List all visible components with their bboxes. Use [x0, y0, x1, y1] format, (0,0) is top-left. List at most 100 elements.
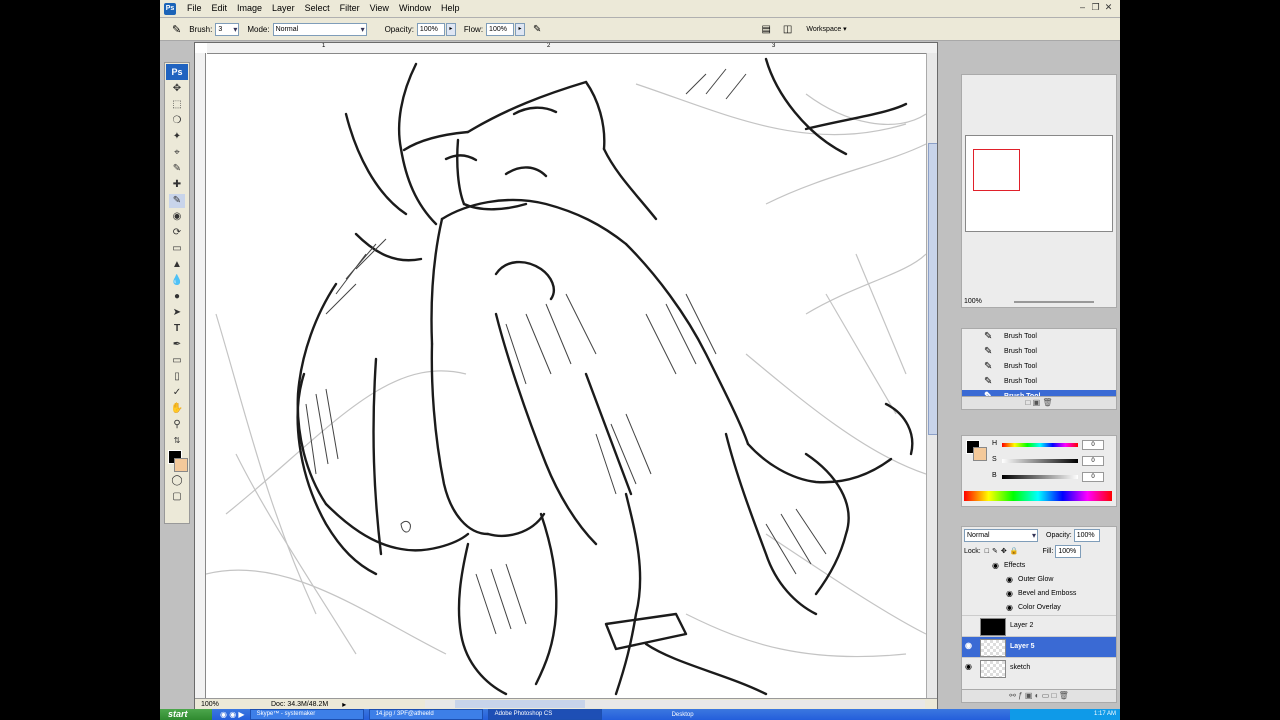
blur-tool-icon[interactable]: 💧	[169, 274, 185, 288]
zoom-level[interactable]: 100%	[201, 701, 227, 708]
effect-item[interactable]: ◉ Color Overlay	[962, 601, 1116, 615]
navigator-zoom[interactable]: 100%	[964, 298, 982, 305]
hand-tool-icon[interactable]: ✋	[169, 402, 185, 416]
workspace-menu[interactable]: Workspace ▾	[806, 25, 846, 33]
history-brush-tool-icon[interactable]: ⟳	[169, 226, 185, 240]
layer-row[interactable]: Layer 2	[962, 615, 1116, 636]
taskbar-item-active[interactable]: Adobe Photoshop CS	[487, 709, 602, 720]
quicklaunch-icon[interactable]: ◉ ◉ ▶	[220, 710, 245, 719]
layers-opacity-field[interactable]: 100%	[1073, 528, 1100, 542]
marquee-tool-icon[interactable]: ⬚	[169, 98, 185, 112]
hue-value[interactable]: 0	[1082, 440, 1104, 450]
saturation-bar[interactable]	[1002, 459, 1078, 463]
effects-header[interactable]: ◉ Effects	[962, 559, 1116, 573]
mode-select[interactable]: Normal	[272, 22, 367, 36]
vertical-scroll-thumb[interactable]	[928, 143, 937, 435]
status-menu-arrow-icon[interactable]: ▸	[342, 700, 346, 709]
pen-tool-icon[interactable]: ✒	[169, 338, 185, 352]
clock[interactable]: 1:17 AM	[1094, 711, 1116, 717]
menu-layer[interactable]: Layer	[267, 0, 300, 17]
new-snapshot-icon[interactable]: ▣	[1033, 398, 1041, 407]
brightness-slider[interactable]: B 0	[992, 472, 1116, 482]
eye-icon[interactable]: ◉	[965, 662, 975, 672]
screen-mode-icon[interactable]: ▢	[169, 490, 185, 504]
lock-move-icon[interactable]: ✥	[1001, 547, 1007, 555]
vertical-scrollbar[interactable]	[926, 53, 937, 700]
airbrush-icon[interactable]: ✎	[533, 24, 541, 35]
color-spectrum-ramp[interactable]	[964, 491, 1112, 501]
notes-tool-icon[interactable]: ▯	[169, 370, 185, 384]
layer-group-icon[interactable]: ▭	[1042, 691, 1050, 700]
palette-well-icon[interactable]: ▤	[761, 24, 770, 35]
menu-select[interactable]: Select	[300, 0, 335, 17]
history-item[interactable]: ✎ Brush Tool	[962, 345, 1116, 359]
brightness-bar[interactable]	[1002, 475, 1078, 479]
swap-colors-icon[interactable]: ⇅	[169, 434, 185, 448]
crop-tool-icon[interactable]: ⌖	[169, 146, 185, 160]
zoom-tool-icon[interactable]: ⚲	[169, 418, 185, 432]
start-button[interactable]: start	[160, 709, 212, 720]
adjustment-layer-icon[interactable]: ◐	[1035, 691, 1040, 700]
layer-row-selected[interactable]: ◉ Layer 5	[962, 636, 1116, 657]
file-browser-icon[interactable]: ◫	[783, 24, 792, 35]
taskbar-item[interactable]: 14.jpg / 3PF@atheeld	[368, 709, 483, 720]
saturation-slider[interactable]: S 0	[992, 456, 1116, 466]
flow-field[interactable]: 100%	[486, 22, 515, 36]
effect-item[interactable]: ◉ Outer Glow	[962, 573, 1116, 587]
path-select-tool-icon[interactable]: ➤	[169, 306, 185, 320]
opacity-arrow-icon[interactable]: ▸	[445, 22, 456, 36]
blend-mode-select[interactable]: Normal	[964, 528, 1038, 542]
eye-icon[interactable]: ◉	[1006, 573, 1013, 587]
healing-tool-icon[interactable]: ✚	[169, 178, 185, 192]
fill-field[interactable]: 100%	[1055, 544, 1082, 558]
dodge-tool-icon[interactable]: ●	[169, 290, 185, 304]
hue-bar[interactable]	[1002, 443, 1078, 447]
minimize-icon[interactable]: –	[1077, 2, 1088, 13]
sketch-canvas[interactable]	[205, 54, 927, 696]
quick-mask-icon[interactable]: ◯	[169, 474, 185, 488]
magic-wand-tool-icon[interactable]: ✦	[169, 130, 185, 144]
new-document-icon[interactable]: □	[1025, 398, 1030, 407]
menu-file[interactable]: File	[182, 0, 207, 17]
lock-paint-icon[interactable]: ✎	[992, 547, 998, 555]
restore-icon[interactable]: ❐	[1090, 2, 1101, 13]
eye-icon[interactable]: ◉	[1006, 587, 1013, 601]
history-item[interactable]: ✎ Brush Tool	[962, 360, 1116, 374]
menu-filter[interactable]: Filter	[335, 0, 365, 17]
move-tool-icon[interactable]: ✥	[169, 82, 185, 96]
eyedropper-tool-icon[interactable]: ✓	[169, 386, 185, 400]
opacity-field[interactable]: 100%	[416, 22, 445, 36]
desktop-toolbar-label[interactable]: Desktop	[672, 712, 694, 718]
type-tool-icon[interactable]: T	[169, 322, 185, 336]
eye-icon[interactable]: ◉	[1006, 601, 1013, 615]
brush-tool-icon[interactable]: ✎	[169, 194, 185, 208]
layer-style-icon[interactable]: ƒ	[1018, 691, 1022, 700]
lock-all-icon[interactable]: 🔒	[1010, 547, 1019, 555]
background-color-swatch[interactable]	[174, 458, 188, 472]
hue-slider[interactable]: H 0	[992, 440, 1116, 450]
saturation-value[interactable]: 0	[1082, 456, 1104, 466]
brightness-value[interactable]: 0	[1082, 472, 1104, 482]
horizontal-scroll-thumb[interactable]	[455, 700, 585, 708]
gradient-tool-icon[interactable]: ▲	[169, 258, 185, 272]
brush-picker[interactable]: 3	[215, 22, 240, 36]
taskbar-item[interactable]: Skype™ - systemaker	[249, 709, 364, 720]
eye-icon[interactable]: ◉	[965, 641, 975, 651]
brush-preset-icon[interactable]: ✎	[172, 23, 181, 36]
menu-help[interactable]: Help	[436, 0, 465, 17]
layer-mask-icon[interactable]: ▣	[1025, 691, 1033, 700]
menu-image[interactable]: Image	[232, 0, 267, 17]
eye-icon[interactable]: ◉	[992, 559, 999, 573]
menu-edit[interactable]: Edit	[207, 0, 233, 17]
slice-tool-icon[interactable]: ✎	[169, 162, 185, 176]
lasso-tool-icon[interactable]: ❍	[169, 114, 185, 128]
shape-tool-icon[interactable]: ▭	[169, 354, 185, 368]
navigator-thumbnail[interactable]	[965, 135, 1113, 232]
flow-arrow-icon[interactable]: ▸	[515, 22, 526, 36]
history-item[interactable]: ✎ Brush Tool	[962, 330, 1116, 344]
history-item[interactable]: ✎ Brush Tool	[962, 375, 1116, 389]
menu-window[interactable]: Window	[394, 0, 436, 17]
navigator-view-box[interactable]	[973, 149, 1020, 191]
trash-icon[interactable]: 🗑	[1059, 691, 1069, 700]
trash-icon[interactable]: 🗑	[1042, 398, 1052, 407]
